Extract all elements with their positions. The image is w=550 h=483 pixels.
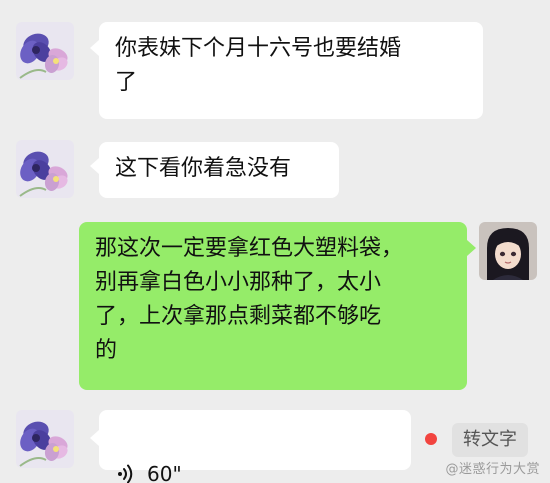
anime-girl-avatar-icon bbox=[479, 222, 537, 280]
bubble-tail bbox=[467, 240, 476, 256]
contact-avatar[interactable] bbox=[16, 140, 74, 198]
contact-avatar[interactable] bbox=[16, 22, 74, 80]
voice-message-row: 60" bbox=[111, 444, 399, 483]
watermark: @迷惑行为大赏 bbox=[445, 462, 540, 477]
self-avatar[interactable] bbox=[479, 222, 537, 280]
unread-voice-dot bbox=[425, 433, 437, 445]
voice-message-bubble[interactable]: 60" bbox=[99, 410, 411, 483]
message-bubble-incoming[interactable]: 这下看你着急没有 bbox=[99, 142, 339, 198]
bubble-tail bbox=[90, 40, 99, 56]
bubble-tail bbox=[90, 158, 99, 174]
purple-flower-avatar-icon bbox=[16, 140, 74, 198]
voice-wave-icon bbox=[118, 464, 133, 483]
voice-duration: 60" bbox=[147, 462, 182, 483]
purple-flower-avatar-icon bbox=[16, 410, 74, 468]
message-bubble-incoming[interactable]: 你表妹下个月十六号也要结婚 了 bbox=[99, 22, 483, 119]
bubble-tail bbox=[90, 430, 99, 446]
purple-flower-avatar-icon bbox=[16, 22, 74, 80]
chat-screen: 你表妹下个月十六号也要结婚 了 这下看你着急没有 那这次一定要拿红色大塑料袋， … bbox=[0, 0, 550, 483]
message-bubble-outgoing[interactable]: 那这次一定要拿红色大塑料袋， 别再拿白色小小那种了，太小 了，上次拿那点剩菜都不… bbox=[79, 222, 467, 390]
transcribe-button[interactable]: 转文字 bbox=[452, 423, 528, 457]
contact-avatar[interactable] bbox=[16, 410, 74, 468]
